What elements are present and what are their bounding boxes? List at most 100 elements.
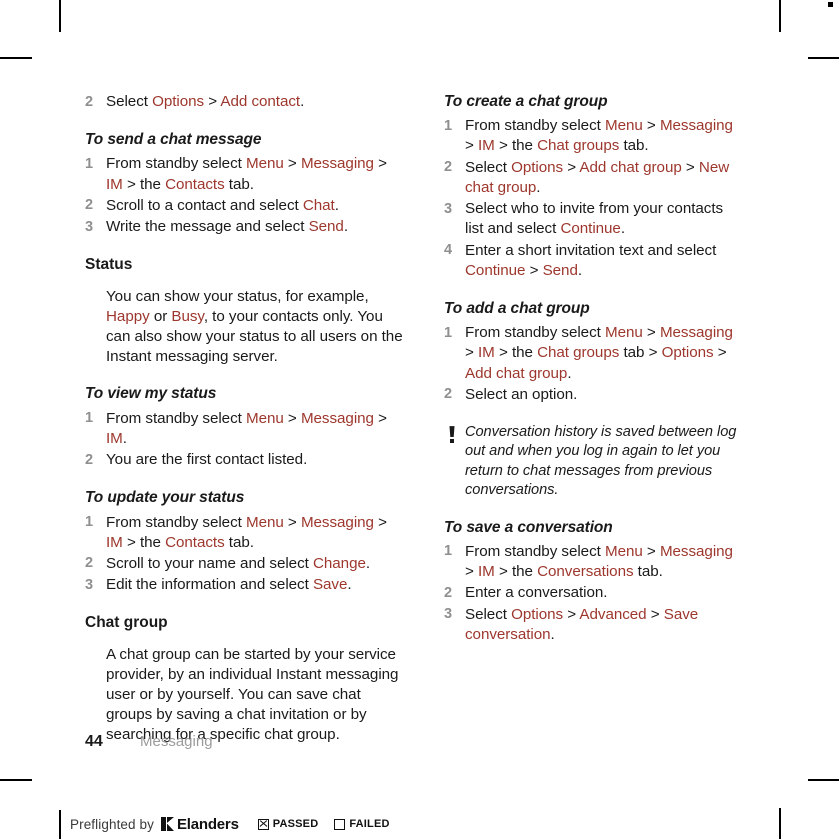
page-footer: 44 Messaging — [85, 733, 213, 751]
list-item: 3 Select Options > Advanced > Save conver… — [444, 605, 744, 645]
body-text-run: . — [122, 429, 127, 447]
ui-term-link: Options — [152, 93, 205, 110]
ui-term-link: Conversations — [537, 563, 634, 581]
numbered-step-list: 1 From standby select Menu > Messaging > … — [85, 154, 403, 237]
crop-mark-top-left-horizontal — [0, 57, 32, 59]
step-number: 2 — [444, 159, 453, 176]
body-text-run: > — [465, 344, 478, 362]
ui-term-link: Advanced — [579, 605, 647, 623]
list-item: 2 Scroll to your name and select Change. — [85, 554, 403, 574]
body-text-run: From standby select — [106, 513, 246, 531]
step-number: 1 — [444, 324, 453, 341]
registration-dot-top-right — [828, 2, 833, 7]
body-text-run: . — [536, 178, 541, 196]
step-number: 3 — [444, 200, 453, 217]
numbered-step-list: 1 From standby select Menu > Messaging > … — [444, 542, 744, 645]
ui-term-link: Add chat group — [579, 158, 682, 176]
body-text-run: Enter a short invitation text and select — [465, 241, 717, 259]
body-text-run: > — [283, 155, 301, 173]
preflight-passed[interactable]: PASSED — [257, 818, 319, 830]
body-text-run: tab. — [224, 175, 254, 193]
body-text-run: Scroll to your name and select — [106, 554, 313, 572]
note-block: Conversation history is saved between lo… — [444, 423, 744, 501]
body-text-run: Select an option. — [465, 385, 578, 403]
body-text-run: > — [642, 117, 660, 135]
step-text: From standby select Menu > Messaging > I… — [106, 154, 403, 194]
step-text: From standby select Menu > Messaging > I… — [465, 323, 744, 384]
body-text-run: tab. — [619, 137, 649, 155]
body-text-run: You are the first contact listed. — [106, 451, 308, 469]
ui-term-link: Chat groups — [537, 137, 620, 155]
body-text-run: Select — [465, 158, 512, 176]
preflight-label: Preflighted by — [70, 816, 154, 832]
step-text: From standby select Menu > Messaging > I… — [106, 409, 403, 449]
step-number: 3 — [85, 218, 94, 235]
list-item: 1 From standby select Menu > Messaging > … — [85, 154, 403, 194]
step-number: 2 — [85, 555, 94, 572]
body-text-run: From standby select — [465, 117, 605, 135]
body-text-run: . — [567, 364, 572, 382]
preflight-failed-label: FAILED — [349, 818, 390, 830]
numbered-step-list: 1 From standby select Menu > Messaging > … — [85, 513, 403, 596]
step-number: 2 — [85, 197, 94, 214]
body-paragraph: You can show your status, for example, H… — [106, 287, 403, 368]
ui-term-link: IM — [478, 137, 495, 155]
body-text-run: From standby select — [465, 324, 605, 342]
step-number: 1 — [85, 410, 94, 427]
checkbox-checked-icon[interactable] — [257, 818, 269, 830]
list-item: 2 Select Options > Add chat group > New c… — [444, 158, 744, 198]
ui-term-link: Send — [542, 261, 578, 279]
list-item: 1 From standby select Menu > Messaging > … — [444, 542, 744, 582]
list-item: 4 Enter a short invitation text and selec… — [444, 241, 744, 281]
section-heading: To view my status — [85, 385, 217, 403]
step-text: From standby select Menu > Messaging > I… — [465, 116, 744, 156]
ui-term-link: Menu — [245, 513, 284, 531]
body-text-run: . — [550, 625, 555, 643]
numbered-step-list: 1 From standby select Menu > Messaging > … — [85, 409, 403, 471]
ui-term-link: Options — [511, 158, 564, 176]
step-number: 3 — [85, 576, 94, 593]
body-paragraph: A chat group can be started by your serv… — [106, 645, 403, 746]
ui-term-link: IM — [478, 344, 495, 362]
ui-term-link: Messaging — [659, 542, 733, 560]
crop-mark-bottom-right-horizontal — [808, 779, 839, 781]
manual-page: 2 Select Options > Add contact. To send a … — [0, 0, 839, 839]
body-text-run: > — [465, 563, 478, 581]
step-number: 2 — [85, 93, 94, 110]
ui-term-link: Menu — [604, 542, 643, 560]
list-item: 2 Select Options > Add contact. — [85, 92, 403, 112]
body-text-run: From standby select — [106, 409, 246, 427]
section-heading: To send a chat message — [85, 131, 262, 149]
body-text-run: . — [347, 576, 352, 594]
ui-term-link: Messaging — [659, 117, 733, 135]
body-text-run: . — [334, 196, 339, 214]
preflight-failed[interactable]: FAILED — [334, 818, 389, 830]
body-text-run: > — [642, 542, 660, 560]
elanders-logo: Elanders — [160, 816, 239, 833]
list-item: 1 From standby select Menu > Messaging > … — [444, 323, 744, 384]
checkbox-empty-icon[interactable] — [334, 818, 346, 830]
chapter-name: Messaging — [140, 733, 213, 750]
body-text-run: You can show your status, for example, — [106, 287, 369, 305]
body-text-run: From standby select — [106, 155, 246, 173]
body-text-run: Edit the information and select — [106, 576, 313, 594]
body-text-run: Write the message and select — [106, 218, 309, 236]
ui-term-link: Messaging — [300, 155, 374, 173]
section-heading: Chat group — [85, 614, 168, 632]
body-text-run: tab. — [224, 533, 254, 551]
step-number: 1 — [444, 117, 453, 134]
section-heading: To create a chat group — [444, 93, 608, 110]
body-text-run: > — [713, 344, 727, 362]
body-text-run: > the — [122, 175, 166, 193]
ui-term-link: Continue — [465, 261, 526, 279]
crop-mark-top-right-vertical — [779, 0, 781, 32]
step-text: From standby select Menu > Messaging > I… — [106, 513, 403, 553]
crop-mark-top-right-horizontal — [808, 57, 839, 59]
crop-mark-top-left-vertical — [59, 0, 61, 32]
